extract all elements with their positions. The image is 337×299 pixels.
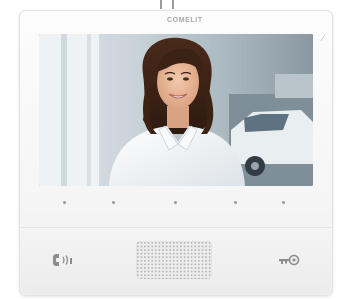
bracket-leg-right [172,0,174,9]
led-indicator-icon: ∕ [322,33,324,43]
control-panel [21,227,331,294]
touch-key-dot-1[interactable] [63,201,66,204]
handset-icon [53,254,72,266]
intercom-monitor: COMELIT ∕ [19,10,333,296]
mount-bracket [150,0,186,10]
brand-logo: COMELIT [167,17,203,24]
speaker-grille [136,241,212,279]
video-screen[interactable] [39,34,313,186]
intercom-stage: COMELIT ∕ [0,0,337,299]
touch-key-indicators [39,201,313,207]
door-open-button[interactable] [275,250,303,270]
bracket-leg-left [160,0,162,9]
talk-button[interactable] [49,250,77,270]
touch-key-dot-5[interactable] [282,201,285,204]
key-icon [279,254,300,266]
video-feed-image [39,34,313,186]
touch-key-dot-4[interactable] [234,201,237,204]
touch-key-dot-3[interactable] [174,201,177,204]
touch-key-dot-2[interactable] [112,201,115,204]
